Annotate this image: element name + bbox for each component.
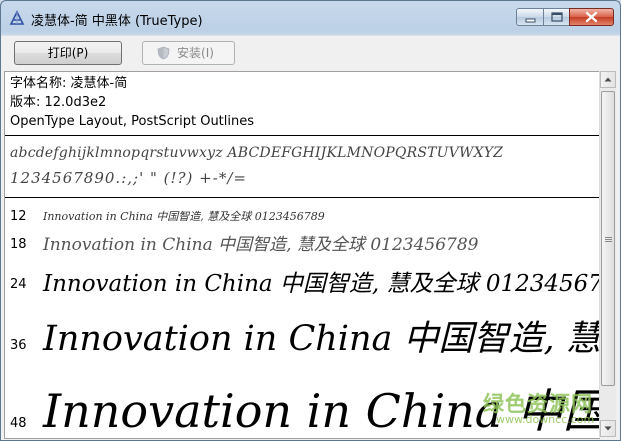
preview-text: Innovation in China 中国智造, 慧及全球 (43, 319, 600, 359)
grip-line (605, 241, 612, 242)
grip-line (605, 239, 612, 240)
maximize-icon (551, 12, 563, 22)
watermark-logo: 绿色资源网 www.downcc.com (483, 388, 613, 434)
maximize-button[interactable] (543, 8, 570, 26)
preview-text: Innovation in China 中国智造, 慧及全球 012345678… (43, 235, 479, 255)
title-bar[interactable]: 凌慧体-简 中黑体 (TrueType) (1, 1, 620, 35)
size-label: 18 (10, 237, 27, 252)
scroll-thumb[interactable] (601, 91, 615, 386)
size-label: 24 (10, 277, 27, 292)
charset-letters: abcdefghijklmnopqrstuvwxyz ABCDEFGHIJKLM… (10, 145, 504, 161)
divider (5, 197, 600, 198)
grip-line (605, 237, 612, 238)
install-label: 安装(I) (177, 46, 214, 60)
close-button[interactable] (569, 8, 614, 26)
size-label: 12 (10, 209, 27, 224)
charset-symbols: 1234567890.:,;' " (!?) +-*/= (10, 169, 247, 187)
window-title: 凌慧体-简 中黑体 (TrueType) (31, 14, 203, 29)
preview-row-24: 24 Innovation in China 中国智造, 慧及全球 012345… (5, 264, 600, 297)
size-label: 36 (10, 338, 27, 353)
font-app-icon (9, 10, 25, 25)
watermark-url: www.downcc.com (496, 413, 595, 426)
outline-type-line: OpenType Layout, PostScript Outlines (10, 114, 255, 129)
preview-row-18: 18 Innovation in China 中国智造, 慧及全球 012345… (5, 230, 600, 255)
divider (5, 135, 600, 136)
vertical-scrollbar[interactable] (599, 71, 616, 437)
preview-row-12: 12 Innovation in China 中国智造, 慧及全球 012345… (5, 208, 600, 228)
size-label: 48 (10, 416, 27, 431)
font-viewer-window: 凌慧体-简 中黑体 (TrueType) 打印(P) 安装(I) 字体名称: 凌… (0, 0, 621, 441)
font-preview-area[interactable]: 字体名称: 凌慧体-简 版本: 12.0d3e2 OpenType Layout… (4, 71, 600, 439)
toolbar: 打印(P) 安装(I) (1, 35, 620, 72)
preview-text: Innovation in China 中国智造, 慧及全球 012345678… (43, 271, 600, 297)
preview-row-36: 36 Innovation in China 中国智造, 慧及全球 (5, 310, 600, 359)
preview-text: Innovation in China 中国智造, 慧及全球 012345678… (43, 210, 325, 223)
shield-icon (157, 46, 170, 60)
font-name-line: 字体名称: 凌慧体-简 (10, 76, 128, 91)
version-line: 版本: 12.0d3e2 (10, 95, 107, 110)
print-button[interactable]: 打印(P) (14, 41, 122, 65)
arrow-up-icon (604, 77, 612, 82)
minimize-button[interactable] (516, 8, 544, 26)
minimize-icon (525, 18, 536, 23)
scroll-up-button[interactable] (600, 71, 616, 88)
install-button[interactable]: 安装(I) (142, 41, 235, 65)
close-icon (585, 11, 598, 23)
